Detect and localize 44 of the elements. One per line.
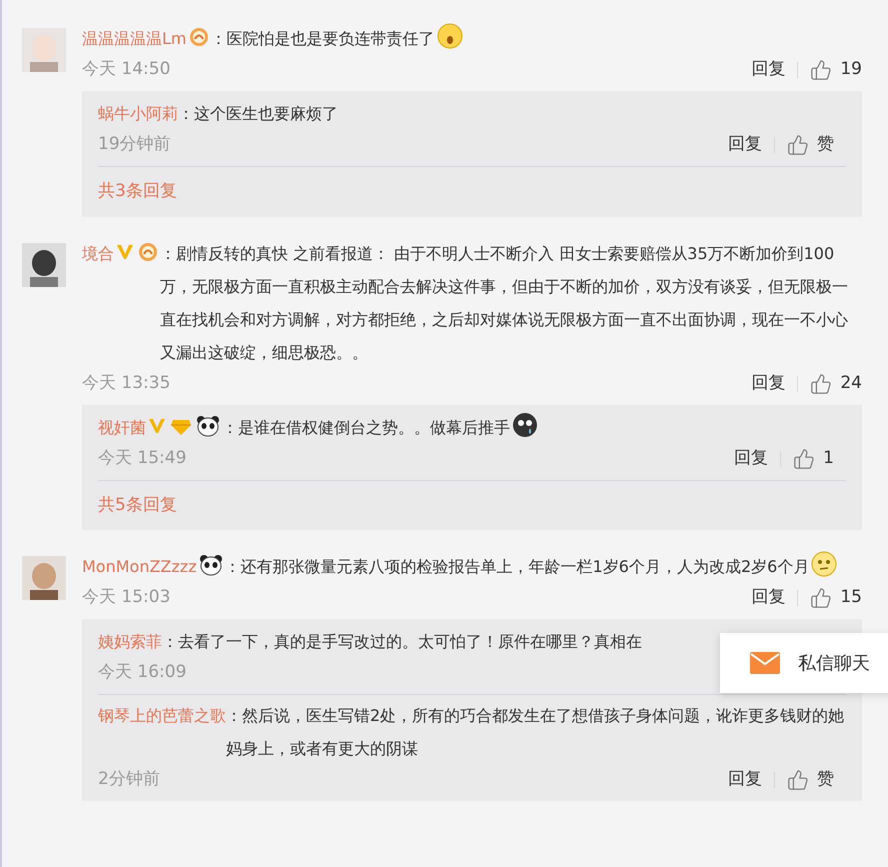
like-button[interactable]: 15 <box>810 585 862 611</box>
timestamp: 今天 16:09 <box>98 661 186 684</box>
emoji-icon <box>436 23 462 49</box>
private-message-popup[interactable]: 私信聊天 <box>720 633 888 693</box>
thumbs-up-icon <box>793 448 816 470</box>
comment-text: ：是谁在借权健倒台之势。。做幕后推手 <box>222 418 510 436</box>
panda-icon <box>196 414 220 436</box>
thumbs-up-icon <box>810 59 832 81</box>
reply-button[interactable]: 回复 <box>734 446 768 472</box>
reply-button[interactable]: 回复 <box>751 585 786 611</box>
comment-text: ：然后说，医生写错2处，所有的巧合都发生在了想借孩子身体问题，讹诈更多钱财的她妈身上，或者有更大的阴谋 <box>226 706 844 758</box>
medal-icon <box>138 242 158 262</box>
timestamp: 今天 15:03 <box>82 586 170 610</box>
reply-button[interactable]: 回复 <box>728 132 762 158</box>
like-button[interactable]: 19 <box>810 57 862 83</box>
verified-v-icon <box>116 244 134 260</box>
comment-text: ：这个医生也要麻烦了 <box>178 104 338 123</box>
emoji-icon <box>512 412 538 438</box>
thumbs-up-icon <box>787 134 809 156</box>
timestamp: 今天 14:50 <box>82 58 170 82</box>
like-button[interactable]: 赞 <box>787 132 834 158</box>
timestamp: 今天 15:49 <box>98 446 186 470</box>
comment-text: ：去看了一下，真的是手写改过的。太可怕了！原件在哪里？真相在 <box>162 632 642 651</box>
like-button[interactable]: 赞 <box>787 767 834 793</box>
reply-button[interactable]: 回复 <box>728 767 762 793</box>
emoji-icon <box>811 551 838 577</box>
envelope-icon <box>750 652 780 674</box>
verified-v-icon <box>148 418 166 434</box>
comment-text: ：剧情反转的真快 之前看报道： 由于不明人士不断介入 田女士索要赔偿从35万不断加价到100万，无限极方面一直积极主动配合去解决这件事，但由于不断的加价，双方没有谈妥，但无限极一直在找机会和对方调解，对方都拒绝，之后却对媒体说无限极方面一直不出面协调，现在一不小心又漏出这破绽，细思极恐。。 <box>160 244 848 362</box>
thumbs-up-icon <box>810 372 832 394</box>
reply-button[interactable]: 回复 <box>751 370 786 396</box>
panda-icon <box>198 554 223 576</box>
timestamp: 19分钟前 <box>98 133 171 156</box>
timestamp: 2分钟前 <box>98 768 160 792</box>
thumbs-up-icon <box>810 587 832 609</box>
comment-text: ：医院怕是也是要负连带责任了 <box>210 29 434 48</box>
like-button[interactable]: 24 <box>810 370 862 396</box>
medal-icon <box>188 27 208 47</box>
comment-text: ：还有那张微量元素八项的检验报告单上，年龄一栏1岁6个月，人为改成2岁6个月 <box>224 557 810 576</box>
popup-label: 私信聊天 <box>798 652 870 676</box>
timestamp: 今天 13:35 <box>82 372 170 395</box>
thumbs-up-icon <box>787 769 809 791</box>
reply-button[interactable]: 回复 <box>751 57 786 83</box>
like-button[interactable]: 1 <box>793 446 834 472</box>
